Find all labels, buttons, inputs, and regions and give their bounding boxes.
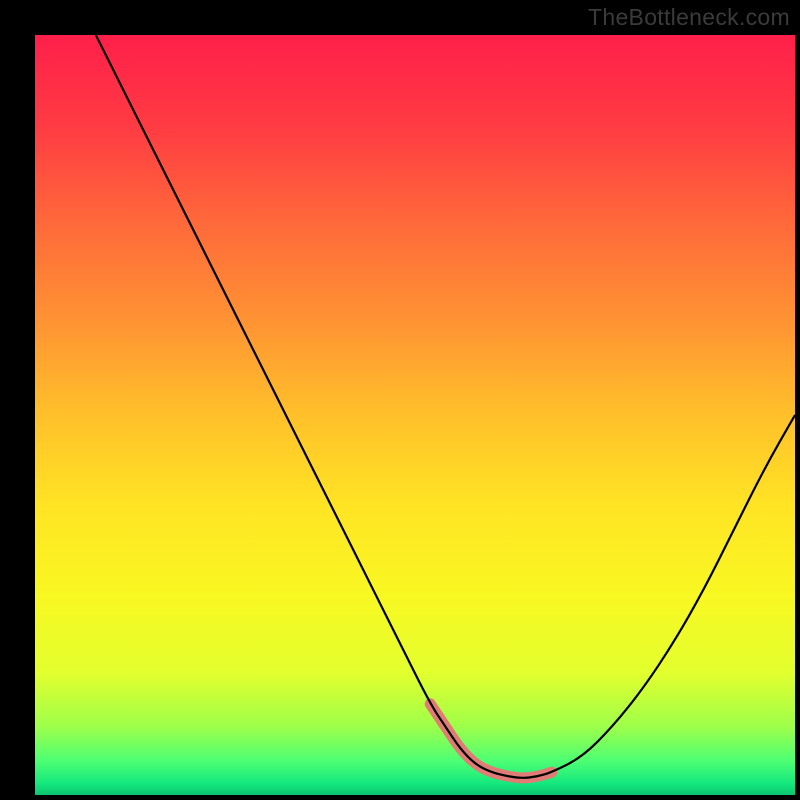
gradient-background bbox=[35, 35, 795, 795]
plot-svg bbox=[35, 35, 795, 795]
plot-area bbox=[35, 35, 795, 795]
watermark-text: TheBottleneck.com bbox=[588, 4, 790, 31]
chart-outer-frame: TheBottleneck.com bbox=[0, 0, 800, 800]
